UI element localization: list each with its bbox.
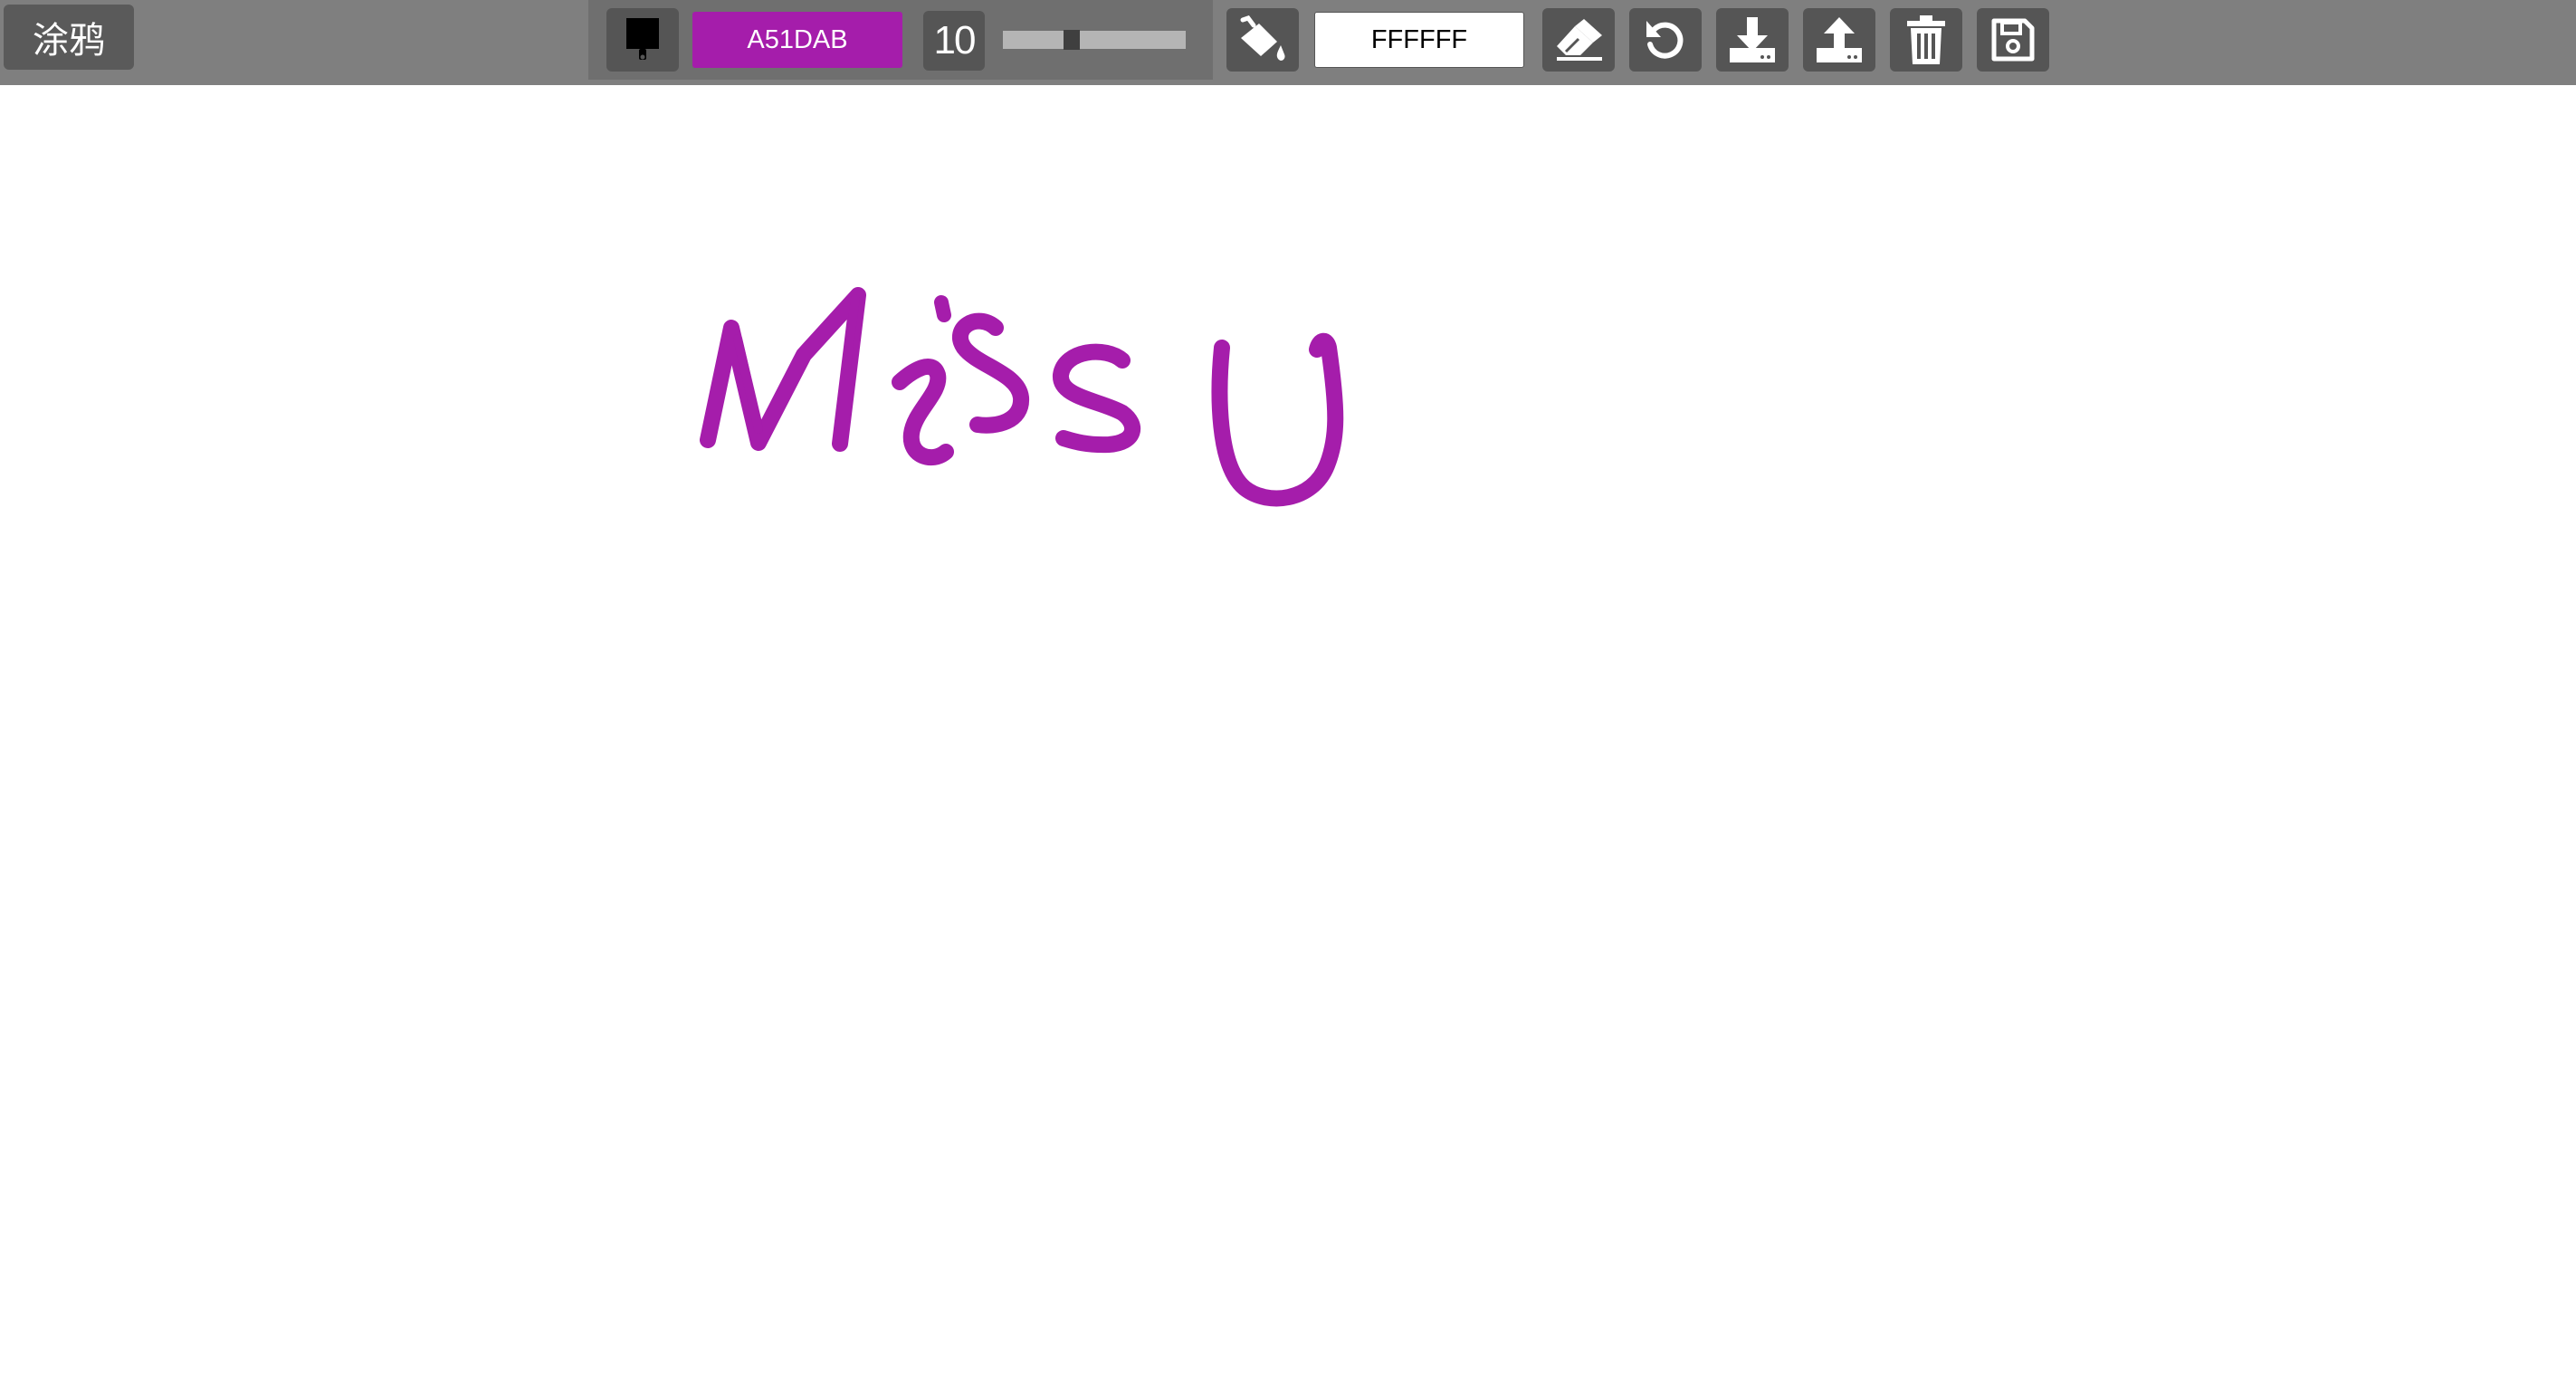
- undo-icon: [1646, 21, 1684, 59]
- doodle-drawing: [700, 287, 1344, 507]
- eraser-button[interactable]: [1542, 8, 1615, 72]
- toolbar: 涂鸦 A51DAB 10 FFFFFF: [0, 0, 2576, 85]
- trash-icon: [1907, 15, 1945, 64]
- download-button[interactable]: [1716, 8, 1789, 72]
- undo-button[interactable]: [1629, 8, 1702, 72]
- download-icon: [1730, 17, 1775, 62]
- save-icon: [1991, 18, 2035, 62]
- fill-tool-button[interactable]: [1226, 8, 1299, 72]
- paint-bucket-icon: [1240, 15, 1285, 61]
- fill-color-input[interactable]: FFFFFF: [1314, 12, 1524, 68]
- doodle-stroke-u: [1211, 332, 1344, 507]
- app-title: 涂鸦: [4, 5, 134, 70]
- doodle-stroke-s2: [1053, 343, 1141, 454]
- doodle-stroke-i: [892, 359, 954, 466]
- doodle-stroke-s1: [952, 312, 1029, 434]
- clear-button[interactable]: [1890, 8, 1962, 72]
- brush-size-slider[interactable]: [1003, 30, 1186, 50]
- brush-color-input[interactable]: A51DAB: [692, 12, 902, 68]
- brush-size-value: 10: [923, 11, 985, 71]
- paint-brush-icon: [626, 18, 659, 60]
- brush-size-slider-thumb[interactable]: [1064, 30, 1080, 50]
- brush-tool-button[interactable]: [606, 8, 679, 72]
- eraser-icon: [1557, 19, 1602, 61]
- upload-button[interactable]: [1803, 8, 1875, 72]
- upload-icon: [1817, 17, 1862, 62]
- save-button[interactable]: [1977, 8, 2049, 72]
- doodle-stroke-i-dot: [934, 295, 951, 322]
- drawing-canvas[interactable]: [0, 85, 2576, 1398]
- doodle-stroke-m: [700, 287, 866, 452]
